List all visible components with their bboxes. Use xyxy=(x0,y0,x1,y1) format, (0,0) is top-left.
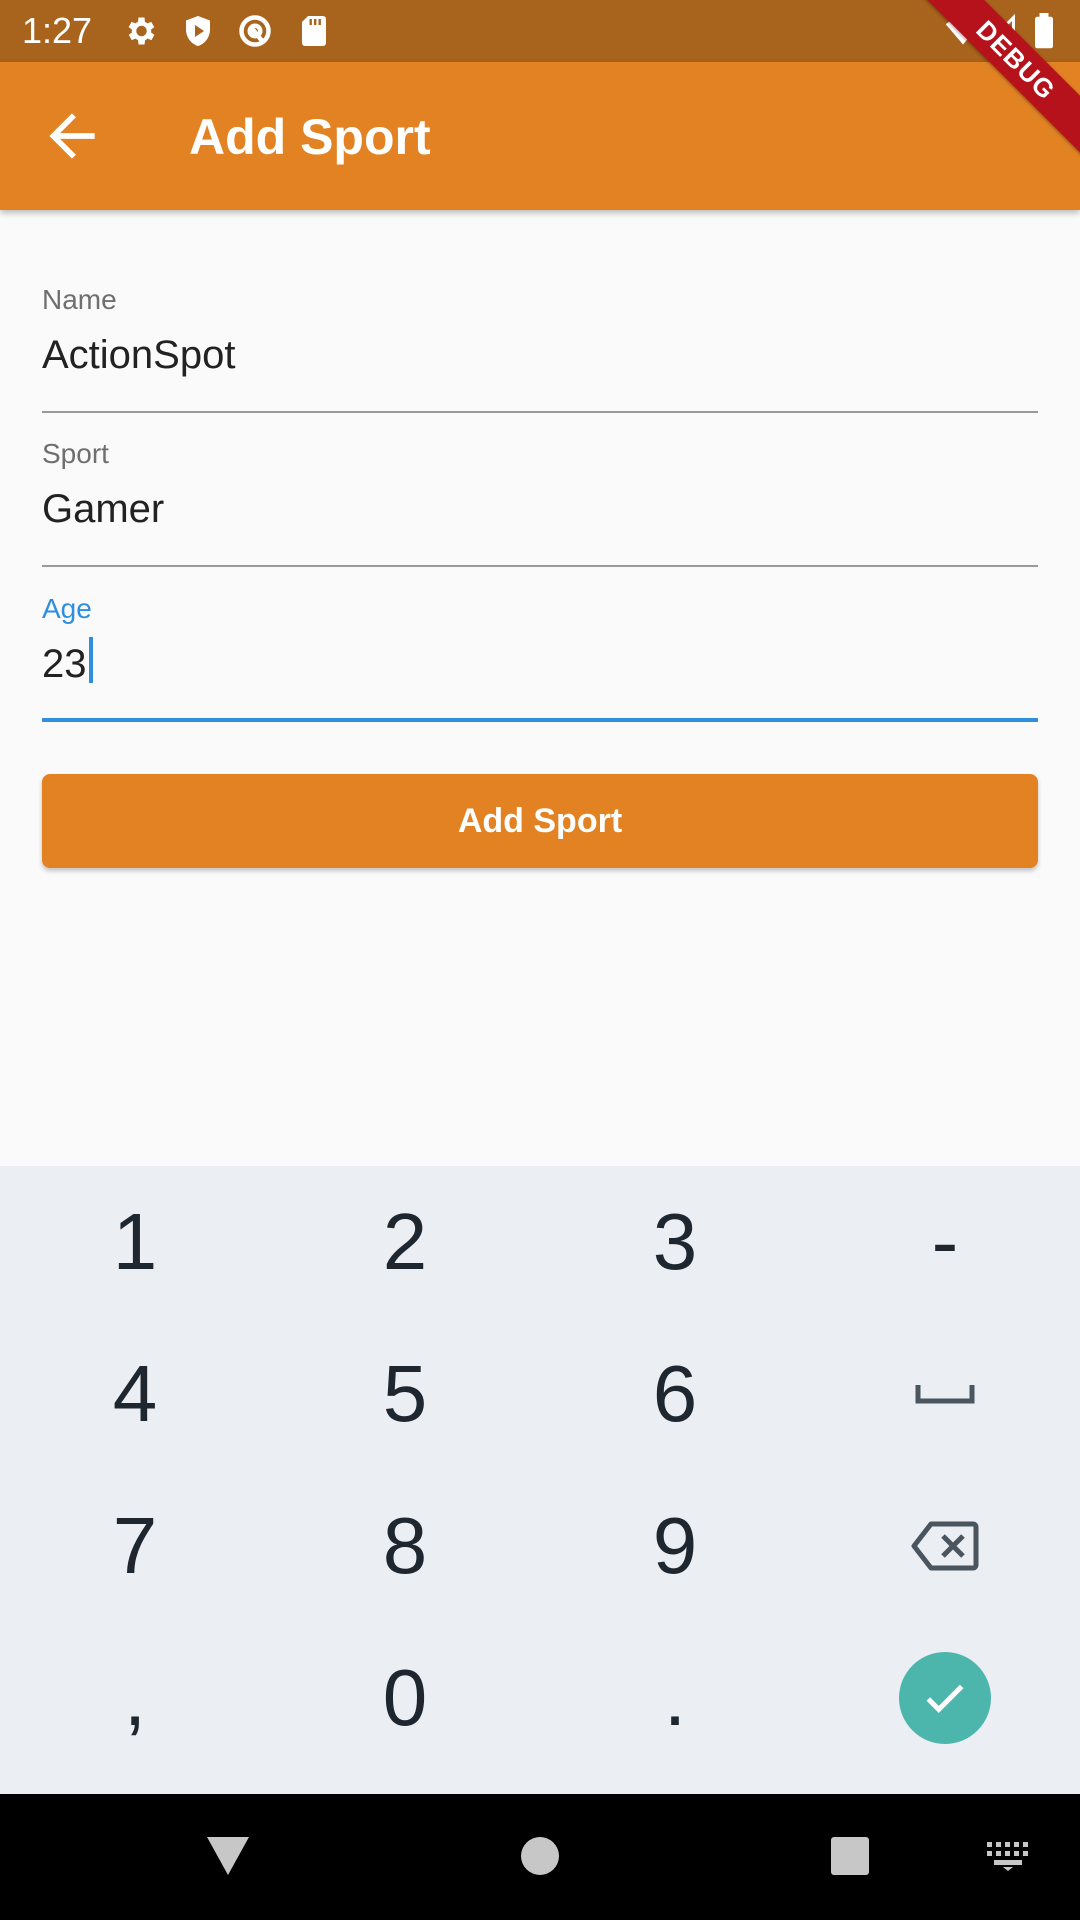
navigation-bar xyxy=(0,1794,1080,1920)
key-2[interactable]: 2 xyxy=(270,1166,540,1318)
name-field-underline xyxy=(42,411,1038,413)
key-3[interactable]: 3 xyxy=(540,1166,810,1318)
key-4[interactable]: 4 xyxy=(0,1318,270,1470)
signal-icon xyxy=(982,13,1018,49)
home-circle-icon xyxy=(520,1836,560,1881)
back-triangle-icon xyxy=(205,1835,251,1882)
key-comma[interactable]: , xyxy=(0,1622,270,1774)
nav-keyboard-button[interactable] xyxy=(978,1828,1038,1888)
key-9[interactable]: 9 xyxy=(540,1470,810,1622)
gear-icon xyxy=(122,13,158,49)
wifi-icon xyxy=(944,13,981,49)
check-icon xyxy=(920,1673,970,1723)
keyboard-switch-icon xyxy=(986,1841,1030,1876)
add-sport-button[interactable]: Add Sport xyxy=(42,774,1038,868)
app-bar: Add Sport xyxy=(0,62,1080,210)
key-5[interactable]: 5 xyxy=(270,1318,540,1470)
sd-card-icon xyxy=(296,13,332,49)
at-sign-icon xyxy=(237,13,273,49)
sport-field-underline xyxy=(42,565,1038,567)
nav-recents-button[interactable] xyxy=(820,1828,880,1888)
backspace-icon xyxy=(911,1520,979,1572)
nav-back-button[interactable] xyxy=(198,1828,258,1888)
age-field-underline xyxy=(42,718,1038,722)
shield-icon xyxy=(180,13,216,49)
key-done[interactable] xyxy=(810,1622,1080,1774)
recents-square-icon xyxy=(830,1836,870,1881)
text-caret xyxy=(88,637,93,683)
age-field-value: 23 xyxy=(42,642,87,686)
sport-field[interactable]: Sport Gamer xyxy=(42,437,1038,567)
sport-field-label: Sport xyxy=(42,438,109,469)
space-icon xyxy=(914,1383,976,1405)
age-field-label: Age xyxy=(42,593,92,624)
nav-home-button[interactable] xyxy=(510,1828,570,1888)
name-field-label: Name xyxy=(42,284,117,315)
age-field[interactable]: Age 23 xyxy=(42,592,1038,722)
page-title: Add Sport xyxy=(189,109,431,165)
key-1[interactable]: 1 xyxy=(0,1166,270,1318)
numeric-keyboard: 1 2 3 - 4 5 6 7 8 9 , 0 . xyxy=(0,1166,1080,1794)
sport-field-value[interactable]: Gamer xyxy=(42,481,164,537)
key-8[interactable]: 8 xyxy=(270,1470,540,1622)
battery-icon xyxy=(1032,13,1068,49)
status-time: 1:27 xyxy=(22,10,93,51)
key-backspace[interactable] xyxy=(810,1470,1080,1622)
back-button[interactable] xyxy=(38,102,106,170)
key-6[interactable]: 6 xyxy=(540,1318,810,1470)
key-0[interactable]: 0 xyxy=(270,1622,540,1774)
age-field-value-wrap[interactable]: 23 xyxy=(42,636,93,692)
key-period[interactable]: . xyxy=(540,1622,810,1774)
key-7[interactable]: 7 xyxy=(0,1470,270,1622)
name-field-value[interactable]: ActionSpot xyxy=(42,327,235,383)
name-field[interactable]: Name ActionSpot xyxy=(42,283,1038,413)
key-space[interactable] xyxy=(810,1318,1080,1470)
status-bar: 1:27 xyxy=(0,0,1080,62)
key-minus[interactable]: - xyxy=(810,1166,1080,1318)
done-button[interactable] xyxy=(899,1652,991,1744)
arrow-back-icon xyxy=(38,113,106,174)
